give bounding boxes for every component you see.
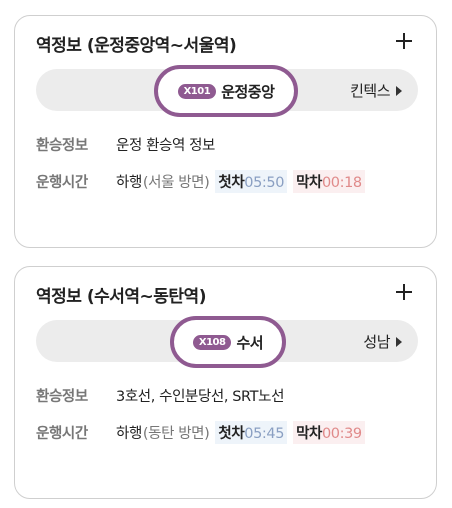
direction-detail: (서울 방면) xyxy=(142,175,210,191)
next-station-name: 성남 xyxy=(363,333,390,351)
direction: 하행 xyxy=(116,175,142,191)
next-station-name: 킨텍스 xyxy=(350,82,390,100)
transfer-info-row: 환승정보 운정 환승역 정보 xyxy=(36,134,215,155)
current-station-pill[interactable]: X101 운정중앙 xyxy=(154,65,298,117)
first-train-label: 첫차 xyxy=(218,175,245,191)
transfer-value: 운정 환승역 정보 xyxy=(116,138,215,154)
hours-label: 운행시간 xyxy=(36,175,88,191)
transfer-label: 환승정보 xyxy=(36,138,88,154)
operating-hours-row: 운행시간 하행 (서울 방면) 첫차05:50 막차00:18 xyxy=(36,170,365,193)
transfer-label: 환승정보 xyxy=(36,389,88,405)
plus-icon[interactable] xyxy=(396,283,414,301)
first-train: 첫차05:45 xyxy=(215,421,288,444)
current-station-pill[interactable]: X108 수서 xyxy=(170,316,286,368)
first-train-time: 05:50 xyxy=(244,175,285,191)
station-info-card: 역정보 (운정중앙역~서울역) X101 운정중앙 킨텍스 환승정보 운정 환승… xyxy=(14,15,437,248)
station-info-card: 역정보 (수서역~동탄역) X108 수서 성남 환승정보 3호선, 수인분당선… xyxy=(14,266,437,499)
last-train: 막차00:39 xyxy=(293,421,365,444)
next-station-button[interactable]: 성남 xyxy=(363,331,402,352)
last-train: 막차00:18 xyxy=(293,170,365,193)
station-code-badge: X101 xyxy=(177,83,217,99)
chevron-right-icon xyxy=(396,85,402,96)
last-train-time: 00:39 xyxy=(321,426,362,442)
station-code-badge: X108 xyxy=(192,334,232,350)
first-train: 첫차05:50 xyxy=(215,170,288,193)
chevron-right-icon xyxy=(396,336,402,347)
hours-label: 운행시간 xyxy=(36,426,88,442)
direction: 하행 xyxy=(116,426,142,442)
transfer-value: 3호선, 수인분당선, SRT노선 xyxy=(116,389,285,405)
direction-detail: (동탄 방면) xyxy=(142,426,210,442)
next-station-button[interactable]: 킨텍스 xyxy=(350,80,402,101)
operating-hours-row: 운행시간 하행 (동탄 방면) 첫차05:45 막차00:39 xyxy=(36,421,365,444)
first-train-label: 첫차 xyxy=(218,426,245,442)
last-train-label: 막차 xyxy=(296,175,322,191)
transfer-info-row: 환승정보 3호선, 수인분당선, SRT노선 xyxy=(36,385,284,406)
plus-icon[interactable] xyxy=(396,32,414,50)
last-train-label: 막차 xyxy=(296,426,322,442)
station-name: 수서 xyxy=(236,333,264,352)
first-train-time: 05:45 xyxy=(244,426,285,442)
card-title: 역정보 (수서역~동탄역) xyxy=(36,287,206,307)
station-name: 운정중앙 xyxy=(221,82,275,101)
station-track: X108 수서 성남 xyxy=(36,316,418,368)
station-track: X101 운정중앙 킨텍스 xyxy=(36,65,418,117)
card-title: 역정보 (운정중앙역~서울역) xyxy=(36,36,237,56)
last-train-time: 00:18 xyxy=(321,175,362,191)
